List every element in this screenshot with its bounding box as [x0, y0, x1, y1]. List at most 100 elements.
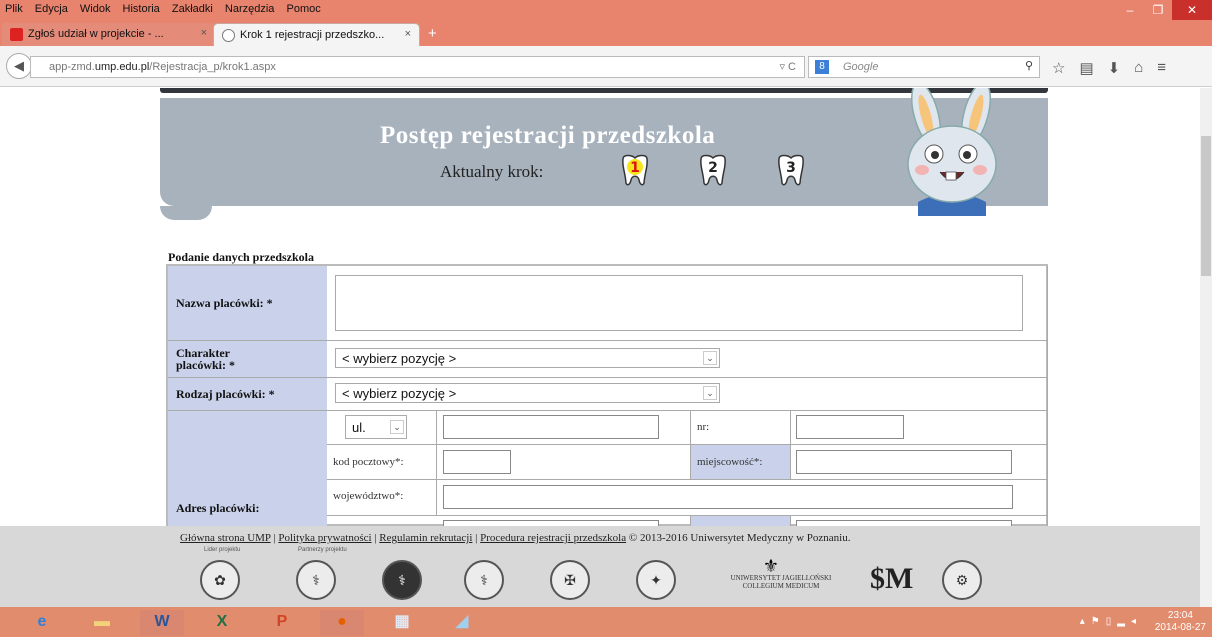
menu-narzedzia[interactable]: Narzędzia: [220, 0, 279, 15]
clock[interactable]: 23:04 2014-08-27: [1155, 610, 1206, 634]
page-footer: Główna strona UMP | Polityka prywatności…: [0, 526, 1200, 607]
kod-label: kod pocztowy*:: [333, 456, 404, 468]
nazwa-textarea[interactable]: [335, 275, 1023, 331]
chevron-down-icon: ⌄: [703, 386, 717, 400]
tab-zglos-udzial[interactable]: Zgłoś udział w projekcie - ... ×: [2, 23, 215, 46]
search-placeholder: Google: [843, 61, 879, 73]
word-icon[interactable]: W: [140, 610, 184, 636]
extra-cell: [437, 516, 691, 526]
menu-pomoc[interactable]: Pomoc: [282, 0, 325, 15]
menu-zakladki[interactable]: Zakładki: [167, 0, 217, 15]
kod-label-cell: kod pocztowy*:: [327, 445, 437, 480]
tab-close-icon[interactable]: ×: [405, 28, 411, 40]
separator: |: [273, 532, 276, 544]
tray-arrow-icon[interactable]: ▴: [1080, 616, 1091, 627]
tab-close-icon[interactable]: ×: [201, 27, 207, 39]
charakter-label: Charakter placówki: *: [168, 341, 327, 378]
link-regulamin[interactable]: Regulamin rekrutacji: [379, 532, 472, 544]
chevron-down-icon: ⌄: [390, 420, 404, 434]
search-box[interactable]: 8 Google ⚲: [808, 56, 1040, 78]
minimize-icon[interactable]: –: [1116, 0, 1144, 20]
banner-title: Postęp rejestracji przedszkola: [380, 122, 716, 149]
miejscowosc-input[interactable]: [796, 450, 1012, 474]
street-input[interactable]: [443, 415, 659, 439]
uj-crest-icon: ⚜: [762, 556, 780, 576]
nr-input[interactable]: [796, 415, 904, 439]
section-title: Podanie danych przedszkola: [168, 250, 315, 264]
street-cell: [437, 411, 691, 445]
nr-label-cell: nr:: [691, 411, 791, 445]
miejscowosc-label: miejscowość*:: [697, 456, 763, 468]
current-step-label: Aktualny krok:: [440, 162, 544, 181]
powerpoint-icon[interactable]: P: [260, 610, 304, 636]
ie-icon[interactable]: e: [20, 610, 64, 636]
extra-label-cell: [691, 516, 791, 526]
bookmark-star-icon[interactable]: ☆: [1052, 59, 1065, 77]
nr-cell: [791, 411, 1048, 445]
nr-label: nr:: [697, 421, 710, 433]
home-icon[interactable]: ⌂: [1134, 59, 1143, 77]
link-procedura[interactable]: Procedura rejestracji przedszkola: [480, 532, 626, 544]
rodzaj-select[interactable]: < wybierz pozycję > ⌄: [335, 383, 720, 403]
rodzaj-select-value: < wybierz pozycję >: [342, 386, 457, 401]
clock-date: 2014-08-27: [1154, 622, 1206, 633]
lider-label: Lider projektu: [204, 547, 241, 553]
tab-krok1[interactable]: Krok 1 rejestracji przedszko... ×: [213, 23, 420, 46]
charakter-cell: < wybierz pozycję > ⌄: [327, 341, 1048, 378]
url-path: /Rejestracja_p/krok1.aspx: [149, 61, 276, 73]
medical-logo-icon: ⚕: [382, 560, 422, 600]
step-1-tooth-icon: 1: [618, 153, 652, 187]
tab-strip: Zgłoś udział w projekcie - ... × Krok 1 …: [0, 20, 1212, 46]
rabbit-mascot-icon: [888, 88, 1018, 216]
step-3-tooth-icon: 3: [774, 153, 808, 187]
restore-icon[interactable]: ❐: [1144, 0, 1172, 20]
menu-historia[interactable]: Historia: [118, 0, 164, 15]
battery-icon[interactable]: ▯: [1106, 616, 1118, 627]
miejscowosc-label-cell: miejscowość*:: [691, 445, 791, 480]
uj-line2: COLLEGIUM MEDICUM: [742, 582, 820, 590]
street-prefix-select[interactable]: ul. ⌄: [345, 415, 407, 439]
link-glowna-strona[interactable]: Główna strona UMP: [180, 532, 271, 544]
extra-cell-2: [791, 516, 1048, 526]
download-icon[interactable]: ⬇: [1108, 59, 1121, 77]
link-polityka[interactable]: Polityka prywatności: [278, 532, 371, 544]
volume-icon[interactable]: ◂: [1131, 616, 1142, 627]
back-arrow-icon[interactable]: ◀: [6, 53, 32, 79]
clock-time: 23:04: [1167, 610, 1193, 621]
separator: |: [374, 532, 377, 544]
reload-icon[interactable]: ▿ C: [779, 60, 796, 73]
tab-favicon-icon: [222, 29, 235, 42]
toolbar-icons: ☆ ▤ ⬇ ⌂ ≡: [1052, 59, 1166, 77]
menu-edycja[interactable]: Edycja: [30, 0, 72, 15]
menu-bar: Plik Edycja Widok Historia Zakładki Narz…: [0, 0, 1212, 20]
wojewodztwo-input[interactable]: [443, 485, 1013, 509]
flag-icon[interactable]: ⚑: [1091, 616, 1106, 627]
excel-icon[interactable]: X: [200, 610, 244, 636]
signal-icon[interactable]: ▂: [1117, 616, 1131, 627]
footer-links: Główna strona UMP | Polityka prywatności…: [180, 532, 850, 544]
page-content: Postęp rejestracji przedszkola Aktualny …: [0, 88, 1200, 526]
close-window-icon[interactable]: ✕: [1172, 0, 1212, 20]
menu-plik[interactable]: Plik: [0, 0, 27, 15]
kod-input[interactable]: [443, 450, 511, 474]
nav-bar: ◀ app-zmd.ump.edu.pl/Rejestracja_p/krok1…: [0, 46, 1212, 87]
url-bar[interactable]: app-zmd.ump.edu.pl/Rejestracja_p/krok1.a…: [30, 56, 805, 78]
search-engine-icon[interactable]: 8: [815, 60, 829, 74]
scrollbar-thumb[interactable]: [1201, 136, 1211, 276]
wojewodztwo-label: województwo*:: [333, 490, 404, 502]
search-icon[interactable]: ⚲: [1025, 59, 1033, 72]
charakter-select[interactable]: < wybierz pozycję > ⌄: [335, 348, 720, 368]
banner-tab: [160, 206, 212, 220]
page-scrollbar[interactable]: [1200, 88, 1212, 607]
rodzaj-label: Rodzaj placówki: *: [168, 378, 327, 411]
nazwa-label: Nazwa placówki: *: [168, 266, 327, 341]
menu-widok[interactable]: Widok: [75, 0, 115, 15]
snipping-tool-icon[interactable]: ◢: [440, 610, 484, 636]
reading-list-icon[interactable]: ▤: [1079, 59, 1093, 77]
file-explorer-icon[interactable]: ▬: [80, 610, 124, 636]
calculator-icon[interactable]: ▦: [380, 610, 424, 636]
separator: |: [475, 532, 478, 544]
menu-hamburger-icon[interactable]: ≡: [1157, 59, 1166, 77]
firefox-icon[interactable]: ●: [320, 610, 364, 636]
new-tab-button[interactable]: +: [428, 25, 437, 42]
